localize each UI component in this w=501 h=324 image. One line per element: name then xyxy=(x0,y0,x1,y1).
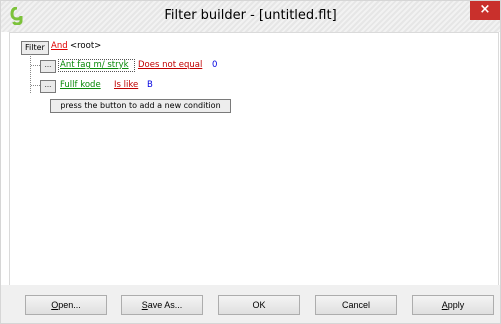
tree-connector xyxy=(31,85,40,86)
save-as-button[interactable]: Save As... xyxy=(121,295,203,315)
condition-menu-button[interactable]: ... xyxy=(40,80,56,93)
root-label: <root> xyxy=(70,41,102,51)
condition-field-link[interactable]: Fullf kode xyxy=(60,80,101,90)
add-condition-button[interactable]: press the button to add a new condition xyxy=(50,99,231,113)
condition-field-link[interactable]: Ant fag m/ stryk xyxy=(60,60,129,70)
filter-tree-panel: Filter And <root> ... Ant fag m/ stryk D… xyxy=(9,32,499,287)
filter-root-button[interactable]: Filter xyxy=(21,41,49,55)
cancel-button[interactable]: Cancel xyxy=(315,295,397,315)
button-bar: Open... Save As... OK Cancel Apply xyxy=(1,285,500,323)
open-button[interactable]: Open... xyxy=(25,295,107,315)
group-operator-link[interactable]: And xyxy=(51,41,68,51)
condition-operator-link[interactable]: Is like xyxy=(114,80,138,90)
condition-menu-button[interactable]: ... xyxy=(40,60,56,73)
tree-connector xyxy=(30,54,31,93)
ok-button[interactable]: OK xyxy=(218,295,300,315)
window-title: Filter builder - [untitled.flt] xyxy=(164,8,337,23)
close-button[interactable]: × xyxy=(470,1,500,20)
condition-value[interactable]: 0 xyxy=(212,60,217,70)
condition-operator-link[interactable]: Does not equal xyxy=(138,60,202,70)
filter-builder-window: Filter builder - [untitled.flt] × Filter… xyxy=(0,0,501,324)
title-bar[interactable]: Filter builder - [untitled.flt] × xyxy=(1,1,500,32)
condition-value[interactable]: B xyxy=(147,80,153,90)
apply-button[interactable]: Apply xyxy=(412,295,494,315)
close-icon: × xyxy=(479,2,491,17)
tree-connector xyxy=(31,65,40,66)
